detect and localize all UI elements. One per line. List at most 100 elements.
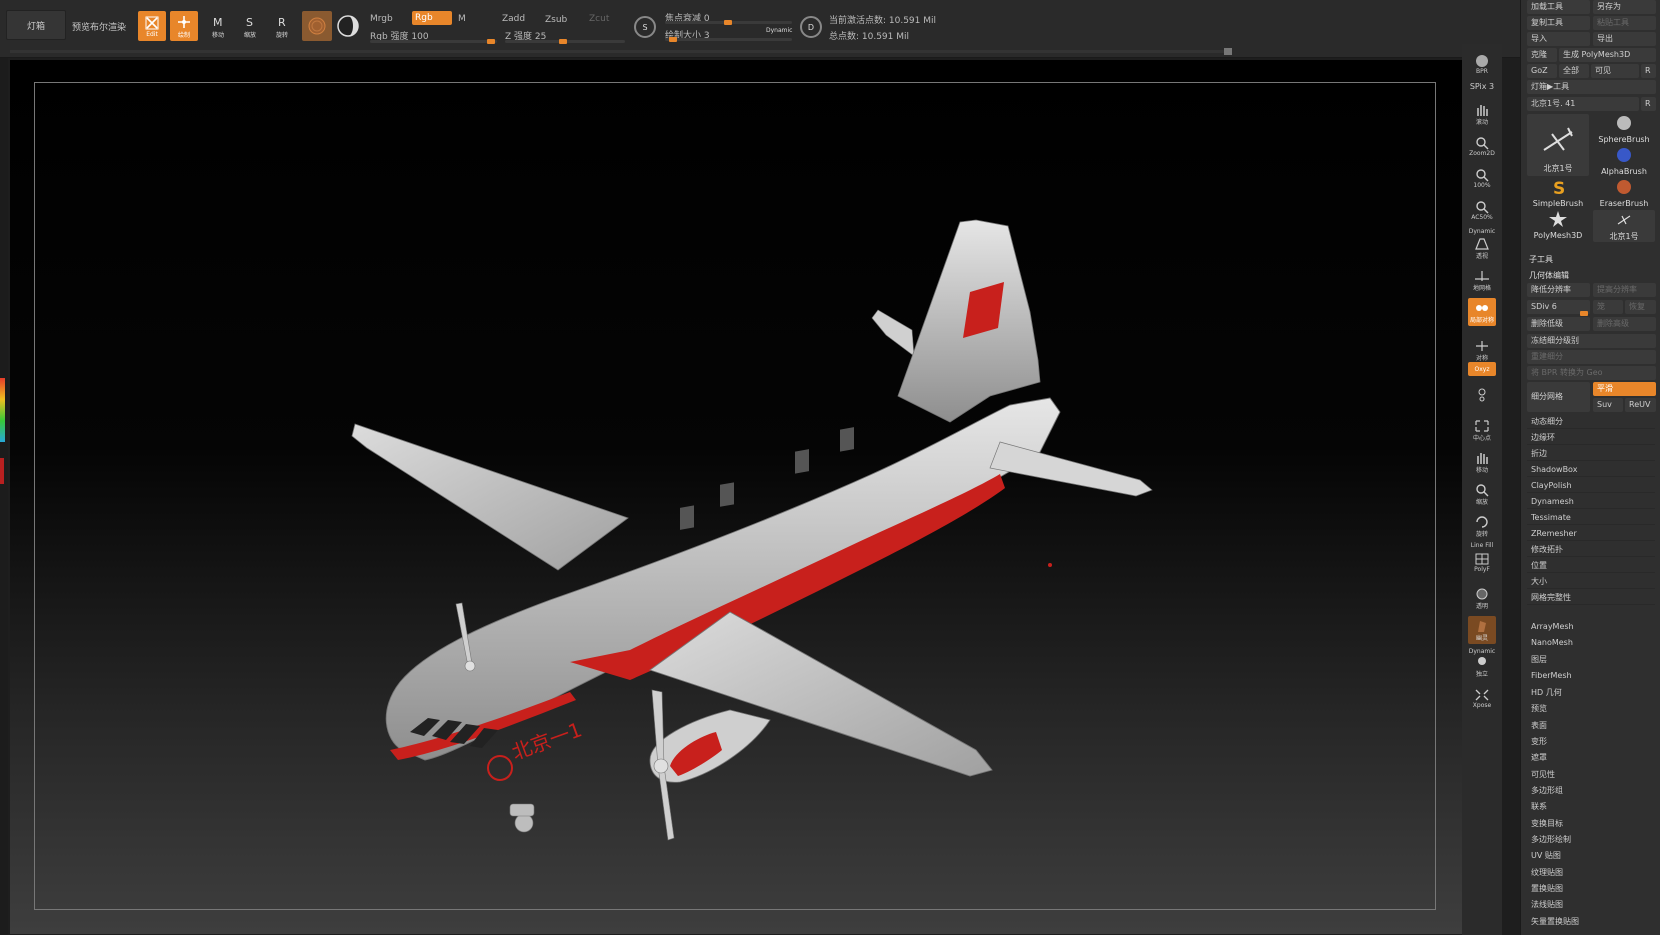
mrgb-button[interactable]: Mrgb <box>370 14 393 24</box>
geo-item[interactable]: ShadowBox <box>1527 462 1655 477</box>
bpr-preview-button[interactable]: 预览布尔渲染 <box>72 20 126 33</box>
tool-thumb-beijing[interactable]: 北京1号 <box>1527 114 1589 176</box>
perspective-button[interactable]: 透视 <box>1468 234 1496 262</box>
focal-shift-dial-icon[interactable]: S <box>634 16 656 38</box>
reuv-toggle[interactable]: ReUV <box>1625 398 1656 412</box>
geometry-header[interactable]: 几何体编辑 <box>1529 270 1569 281</box>
rotate-button[interactable]: R 旋转 <box>268 11 296 41</box>
menu-item[interactable]: 法线贴图 <box>1531 899 1563 910</box>
menu-item[interactable]: 表面 <box>1531 720 1547 731</box>
menu-item[interactable]: 多边形组 <box>1531 785 1563 796</box>
menu-item[interactable]: 可见性 <box>1531 769 1555 780</box>
scroll-button[interactable]: 滚动 <box>1468 100 1496 128</box>
tool-thumb-alphabrush[interactable]: AlphaBrush <box>1593 146 1655 178</box>
geo-item[interactable]: 位置 <box>1527 558 1655 573</box>
symmetry-button[interactable]: 对称 <box>1468 336 1496 364</box>
rgb-intensity-slider[interactable] <box>370 39 497 44</box>
draw-size-slider[interactable] <box>665 37 792 42</box>
divide-button[interactable]: 细分网格 <box>1527 382 1590 412</box>
higher-res-button[interactable]: 提高分辨率 <box>1593 283 1656 297</box>
floor-button[interactable]: 地网格 <box>1468 266 1496 294</box>
document-canvas[interactable]: 北京一1 <box>10 60 1462 934</box>
lower-res-button[interactable]: 降低分辨率 <box>1527 283 1590 297</box>
rotate-view-button[interactable]: 旋转 <box>1468 512 1496 540</box>
zoom-view-button[interactable]: 缩放 <box>1468 480 1496 508</box>
suv-toggle[interactable]: Suv <box>1593 398 1623 412</box>
edit-button[interactable]: Edit <box>138 11 166 41</box>
menu-item[interactable]: FiberMesh <box>1531 671 1572 680</box>
rotate-axis-button[interactable] <box>1468 380 1496 410</box>
focal-shift-slider[interactable] <box>665 20 792 25</box>
lightbox-button[interactable]: 灯箱 <box>6 10 66 40</box>
menu-item[interactable]: 变形 <box>1531 736 1547 747</box>
import-button[interactable]: 导入 <box>1527 32 1590 46</box>
menu-item[interactable]: HD 几何 <box>1531 687 1562 698</box>
freeze-subdiv-button[interactable]: 冻结细分级别 <box>1527 334 1656 348</box>
menu-item[interactable]: 变换目标 <box>1531 818 1563 829</box>
zsub-button[interactable]: Zsub <box>545 15 567 25</box>
material-button[interactable] <box>302 11 332 41</box>
current-tool-slider[interactable]: 北京1号. 41 <box>1527 97 1639 111</box>
geo-item[interactable]: 边缘环 <box>1527 430 1655 445</box>
tool-thumb-eraserbrush[interactable]: EraserBrush <box>1593 178 1655 210</box>
xpose-button[interactable]: Xpose <box>1468 684 1496 712</box>
menu-item[interactable]: 纹理贴图 <box>1531 867 1563 878</box>
copy-tool-button[interactable]: 复制工具 <box>1527 16 1590 30</box>
menu-item[interactable]: 多边形绘制 <box>1531 834 1571 845</box>
ac50-button[interactable]: AC50% <box>1468 196 1496 224</box>
bpr-button[interactable]: BPR <box>1468 50 1496 78</box>
reconstruct-subdiv-button[interactable]: 重建细分 <box>1527 350 1656 364</box>
rstr-button[interactable]: 恢复 <box>1625 300 1656 314</box>
goz-all-button[interactable]: 全部 <box>1559 64 1589 78</box>
scale-button[interactable]: S 缩放 <box>236 11 264 41</box>
paste-tool-button[interactable]: 粘贴工具 <box>1593 16 1656 30</box>
ghost-button[interactable]: 幽灵 <box>1468 616 1496 644</box>
goz-r-button[interactable]: R <box>1641 64 1656 78</box>
zcut-button[interactable]: Zcut <box>589 14 609 24</box>
menu-item[interactable]: NanoMesh <box>1531 638 1573 647</box>
save-as-button[interactable]: 另存为 <box>1593 0 1656 14</box>
tool-thumb-simplebrush[interactable]: S SimpleBrush <box>1527 178 1589 210</box>
make-polymesh-button[interactable]: 生成 PolyMesh3D <box>1559 48 1656 62</box>
cage-button[interactable]: 笼 <box>1593 300 1623 314</box>
draw-button[interactable]: 绘制 <box>170 11 198 41</box>
geo-item[interactable]: 修改拓扑 <box>1527 542 1655 557</box>
local-symmetry-button[interactable]: 局部对称 <box>1468 298 1496 326</box>
menu-item[interactable]: 图层 <box>1531 654 1547 665</box>
frame-button[interactable]: 中心点 <box>1468 416 1496 444</box>
rgb-button[interactable]: Rgb <box>412 11 452 25</box>
menu-item[interactable]: 矢量置换贴图 <box>1531 916 1579 927</box>
goz-button[interactable]: GoZ <box>1527 64 1557 78</box>
del-higher-button[interactable]: 删除高级 <box>1593 317 1656 331</box>
airplane-model[interactable]: 北京一1 <box>10 60 1462 934</box>
bpr-to-geo-button[interactable]: 将 BPR 转换为 Geo <box>1527 366 1656 380</box>
actual-size-button[interactable]: 100% <box>1468 164 1496 192</box>
dynamic-toggle[interactable]: Dynamic <box>766 27 792 34</box>
menu-item[interactable]: UV 贴图 <box>1531 850 1561 861</box>
lightbox-tools-button[interactable]: 灯箱▶工具 <box>1527 80 1656 94</box>
texture-button[interactable] <box>336 14 360 38</box>
zadd-button[interactable]: Zadd <box>502 14 525 24</box>
menu-item[interactable]: 联系 <box>1531 801 1547 812</box>
tool-thumb-beijing-small[interactable]: 北京1号 <box>1593 210 1655 242</box>
polyf-button[interactable]: PolyF <box>1468 548 1496 576</box>
solo-button[interactable]: 独立 <box>1468 652 1496 680</box>
main-color-swatch[interactable] <box>0 458 4 484</box>
geo-item[interactable]: 动态细分 <box>1527 414 1655 429</box>
geo-item[interactable]: Tessimate <box>1527 510 1655 525</box>
menu-item[interactable]: 遮罩 <box>1531 752 1547 763</box>
clone-button[interactable]: 克隆 <box>1527 48 1557 62</box>
zoom2d-button[interactable]: Zoom2D <box>1468 132 1496 160</box>
color-picker-strip[interactable] <box>0 378 5 442</box>
geo-item[interactable]: 折边 <box>1527 446 1655 461</box>
smooth-toggle[interactable]: 平滑 <box>1593 382 1656 396</box>
transparent-button[interactable]: 透明 <box>1468 584 1496 612</box>
geo-item[interactable]: 网格完整性 <box>1527 590 1655 605</box>
toolbar-scrollbar[interactable] <box>10 48 1232 55</box>
current-tool-r-button[interactable]: R <box>1641 97 1656 111</box>
menu-item[interactable]: 预览 <box>1531 703 1547 714</box>
move-view-button[interactable]: 移动 <box>1468 448 1496 476</box>
xyz-button[interactable]: Oxyz <box>1468 362 1496 376</box>
geo-item[interactable]: ClayPolish <box>1527 478 1655 493</box>
m-button[interactable]: M <box>458 14 466 24</box>
